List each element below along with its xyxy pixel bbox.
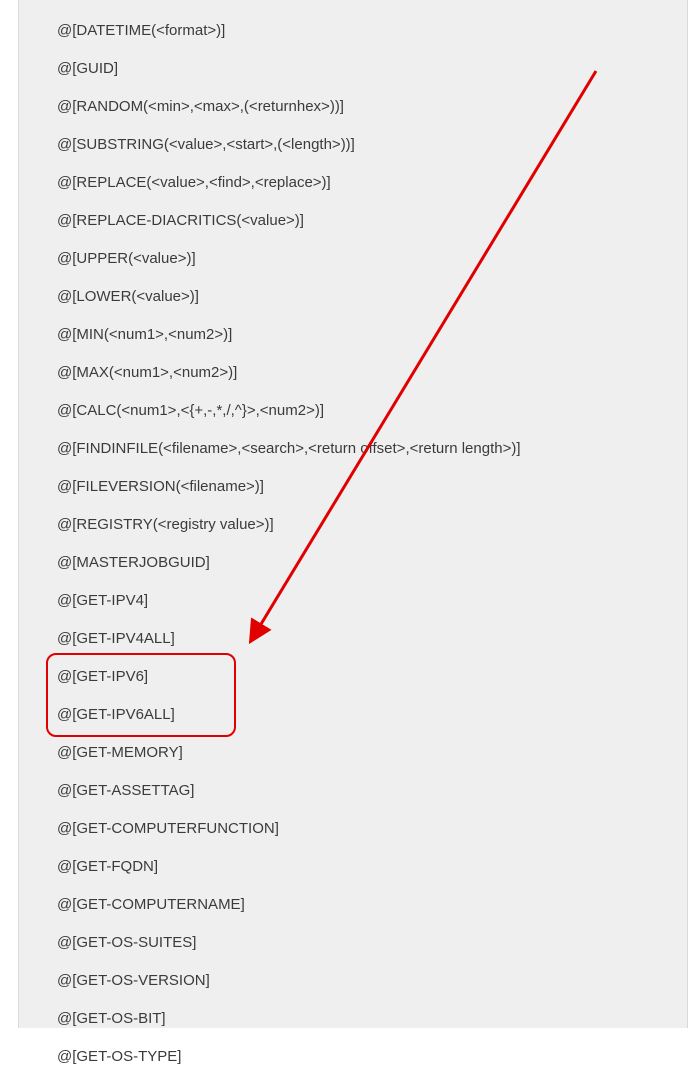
function-item: @[GET-OS-VERSION] — [57, 962, 687, 1000]
function-item: @[REGISTRY(<registry value>)] — [57, 506, 687, 544]
function-item: @[MAX(<num1>,<num2>)] — [57, 354, 687, 392]
function-item: @[REPLACE(<value>,<find>,<replace>)] — [57, 164, 687, 202]
function-item: @[REPLACE-DIACRITICS(<value>)] — [57, 202, 687, 240]
function-item: @[GUID] — [57, 50, 687, 88]
function-item: @[GET-MEMORY] — [57, 734, 687, 772]
function-item: @[GET-OS-SUITES] — [57, 924, 687, 962]
panel: @[DATETIME(<format>)]@[GUID]@[RANDOM(<mi… — [18, 0, 688, 1028]
function-item: @[FILEVERSION(<filename>)] — [57, 468, 687, 506]
function-item: @[GET-OS-TYPE] — [57, 1038, 687, 1076]
function-item: @[GET-ASSETTAG] — [57, 772, 687, 810]
function-item: @[DATETIME(<format>)] — [57, 12, 687, 50]
function-item: @[GET-OS-BIT] — [57, 1000, 687, 1038]
function-item: @[UPPER(<value>)] — [57, 240, 687, 278]
function-item: @[GET-FQDN] — [57, 848, 687, 886]
function-item: @[LOWER(<value>)] — [57, 278, 687, 316]
function-item: @[GET-IPV6] — [57, 658, 687, 696]
function-item: @[MASTERJOBGUID] — [57, 544, 687, 582]
function-item: @[GET-IPV4ALL] — [57, 620, 687, 658]
function-item: @[MIN(<num1>,<num2>)] — [57, 316, 687, 354]
function-item: @[GET-IPV6ALL] — [57, 696, 687, 734]
function-item: @[RANDOM(<min>,<max>,(<returnhex>))] — [57, 88, 687, 126]
function-item: @[CALC(<num1>,<{+,-,*,/,^}>,<num2>)] — [57, 392, 687, 430]
function-item: @[GET-COMPUTERNAME] — [57, 886, 687, 924]
function-item: @[FINDINFILE(<filename>,<search>,<return… — [57, 430, 687, 468]
function-item: @[GET-IPV4] — [57, 582, 687, 620]
function-item: @[SUBSTRING(<value>,<start>,(<length>))] — [57, 126, 687, 164]
function-list: @[DATETIME(<format>)]@[GUID]@[RANDOM(<mi… — [57, 12, 687, 1076]
function-item: @[GET-COMPUTERFUNCTION] — [57, 810, 687, 848]
